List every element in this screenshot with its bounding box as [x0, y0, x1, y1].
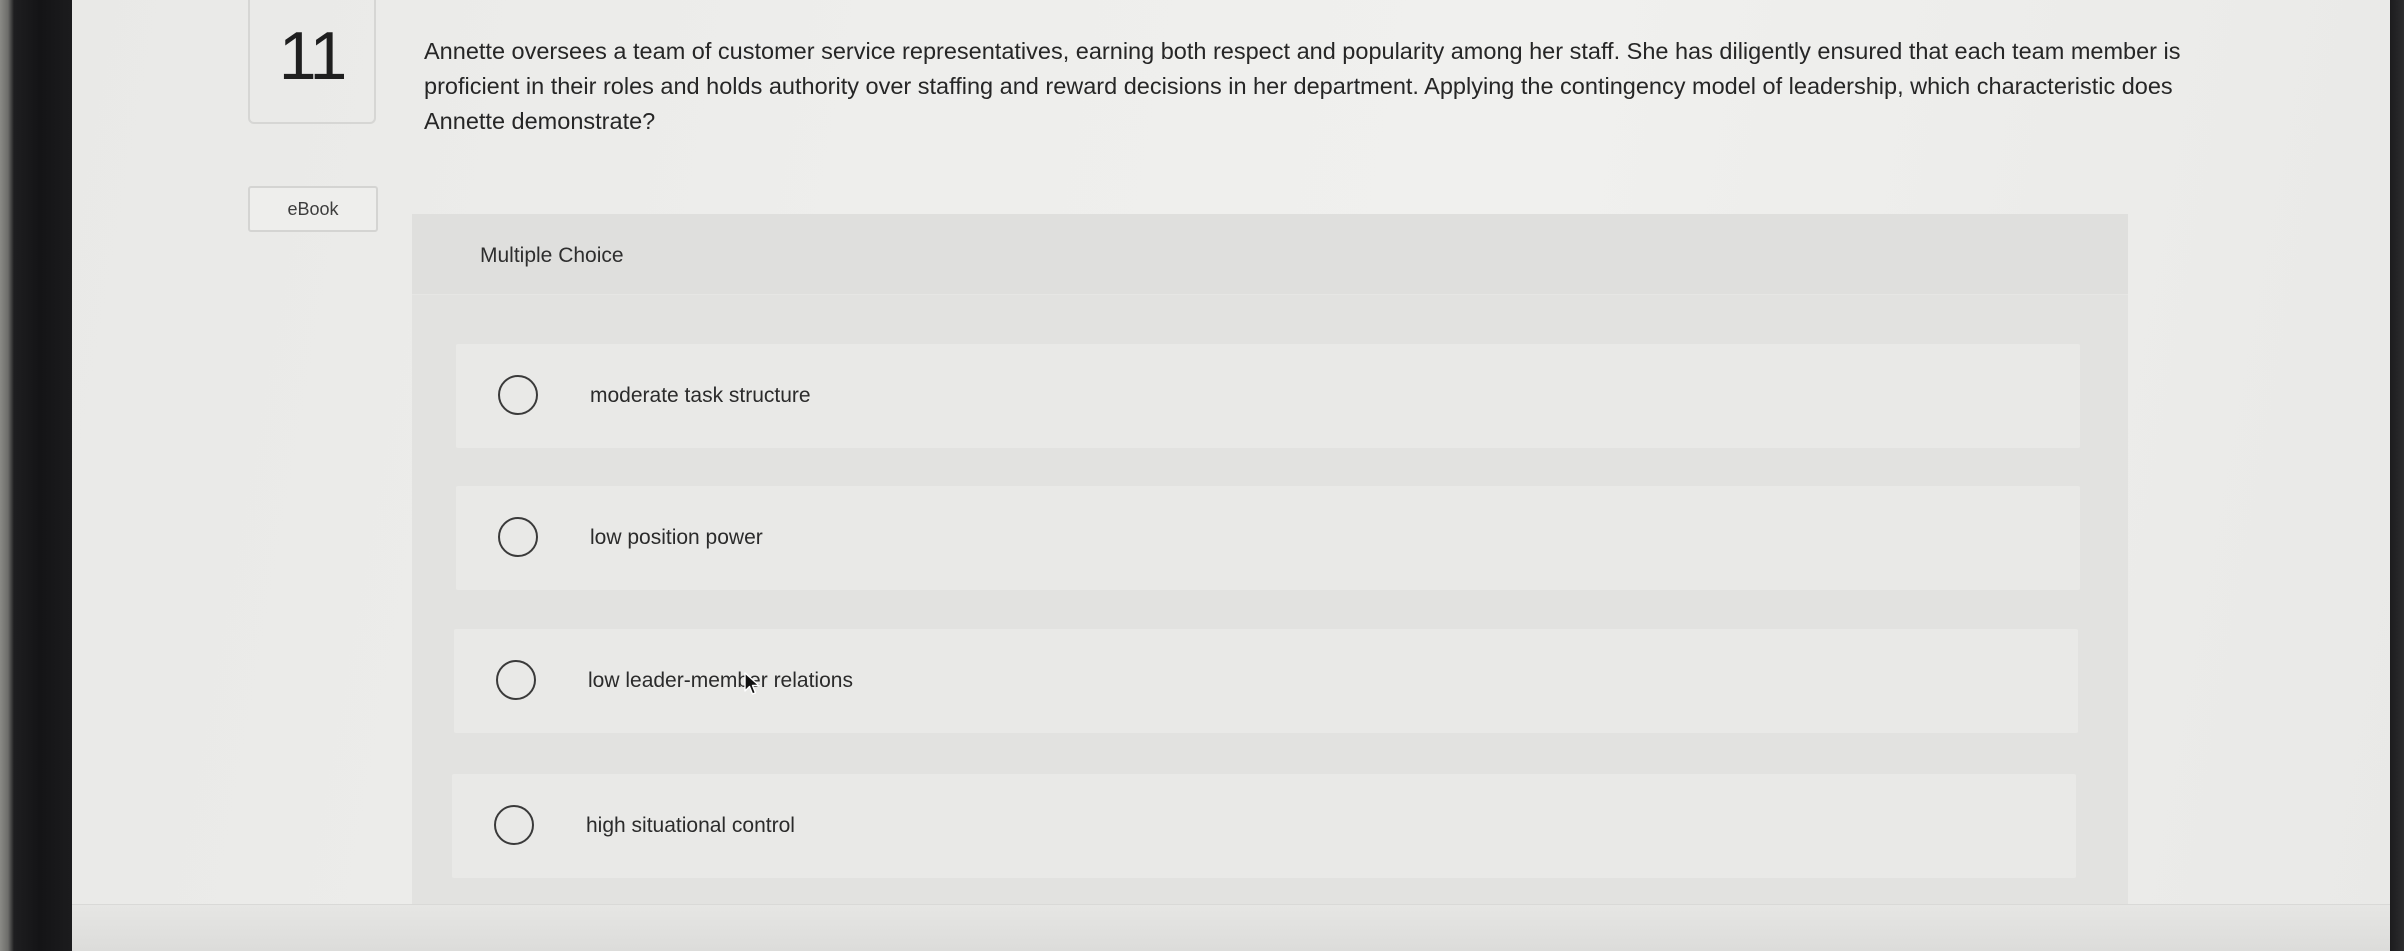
multiple-choice-header: Multiple Choice [412, 214, 2128, 295]
ebook-button[interactable]: eBook [248, 186, 378, 232]
multiple-choice-panel: Multiple Choice moderate task structure … [412, 214, 2128, 908]
radio-circle-icon[interactable] [494, 805, 534, 845]
radio-circle-icon[interactable] [498, 375, 538, 415]
screen-bezel-right [2390, 0, 2404, 951]
quiz-screen: 11 eBook Annette oversees a team of cust… [72, 0, 2390, 951]
choice-label: low leader-member relations [588, 669, 853, 692]
choice-option-2[interactable]: low position power [456, 486, 2080, 590]
mouse-pointer-icon [744, 672, 760, 695]
choice-label: moderate task structure [590, 384, 811, 407]
choice-option-3[interactable]: low leader-member relations [454, 629, 2078, 733]
screen-bottom-edge [72, 904, 2390, 951]
choice-option-1[interactable]: moderate task structure [456, 344, 2080, 448]
multiple-choice-title: Multiple Choice [480, 244, 624, 267]
question-number-box: 11 [248, 0, 376, 124]
radio-circle-icon[interactable] [496, 660, 536, 700]
question-number: 11 [278, 18, 348, 94]
radio-circle-icon[interactable] [498, 517, 538, 557]
choice-label: low position power [590, 526, 763, 549]
choice-label: high situational control [586, 814, 795, 837]
choice-option-4[interactable]: high situational control [452, 774, 2076, 878]
question-text: Annette oversees a team of customer serv… [424, 38, 2181, 134]
screen-bezel-left [0, 0, 72, 951]
